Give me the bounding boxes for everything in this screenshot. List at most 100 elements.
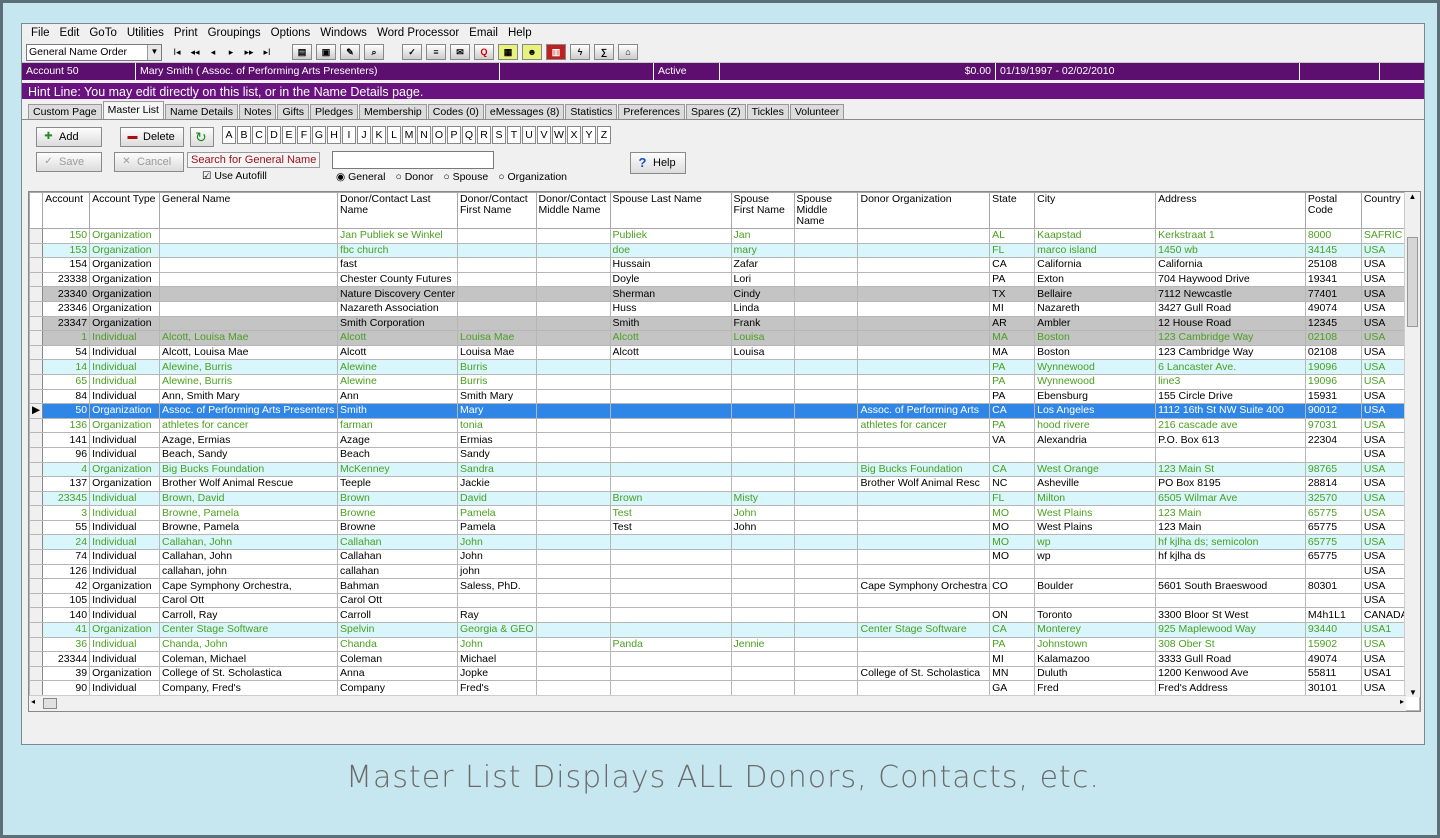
vertical-scroll-thumb[interactable] [1407,237,1418,327]
cell-state[interactable]: MA [989,330,1036,346]
cell-city[interactable]: Ebensburg [1034,388,1157,405]
cell-spouse-middle-name[interactable] [793,519,859,536]
cell-donor-contact-last-name[interactable]: Browne [337,505,459,521]
cell-spouse-first-name[interactable] [730,680,795,696]
cell-donor-contact-first-name[interactable]: Saless, PhD. [457,578,537,594]
cell-postal-code[interactable]: 65775 [1304,549,1362,565]
cell-spouse-middle-name[interactable] [793,490,859,507]
cell-donor-contact-first-name[interactable] [457,315,537,332]
cell-state[interactable]: MI [989,300,1036,317]
cell-spouse-last-name[interactable]: Brown [609,490,732,507]
letter-button-u[interactable]: U [522,126,536,144]
scroll-right-icon[interactable]: ▸ [1400,697,1404,706]
cell-spouse-last-name[interactable] [609,534,732,551]
cell-city[interactable]: Bellaire [1034,286,1157,302]
cell-donor-contact-last-name[interactable]: Chester County Futures [337,271,459,288]
menu-item-utilities[interactable]: Utilities [122,27,169,39]
cell-city[interactable]: West Plains [1034,519,1157,536]
cell-spouse-last-name[interactable] [609,592,732,609]
envelope-icon[interactable]: ✉ [450,44,470,60]
cell-account-type[interactable]: Organization [89,622,161,638]
cell-account[interactable]: 23338 [42,271,91,288]
menu-item-word-processor[interactable]: Word Processor [372,27,464,39]
cell-donor-contact-last-name[interactable]: Spelvin [337,622,459,638]
cell-account[interactable]: 42 [42,578,91,594]
cell-donor-organization[interactable]: Center Stage Software [857,622,991,638]
cell-postal-code[interactable]: 15931 [1304,388,1362,405]
tab-spares-z-[interactable]: Spares (Z) [685,104,746,119]
cell-state[interactable] [989,563,1036,580]
prev-page-button[interactable]: ◂◂ [186,47,204,58]
row-selector[interactable] [29,549,44,565]
cell-account-type[interactable]: Organization [89,417,161,434]
cell-donor-organization[interactable] [857,563,991,580]
cell-account-type[interactable]: Individual [89,563,161,580]
cell-city[interactable]: California [1034,257,1157,273]
cell-donor-contact-last-name[interactable]: Smith Corporation [337,315,459,332]
cell-postal-code[interactable]: 25108 [1304,257,1362,273]
cell-city[interactable]: West Plains [1034,505,1157,521]
tab-emessages-8-[interactable]: eMessages (8) [484,104,565,119]
cell-spouse-middle-name[interactable] [793,432,859,448]
cell-account[interactable]: 4 [42,461,91,478]
cell-spouse-last-name[interactable] [609,563,732,580]
cell-donor-organization[interactable]: Big Bucks Foundation [857,461,991,478]
cell-donor-organization[interactable] [857,228,991,244]
cell-donor-contact-first-name[interactable]: Mary [457,403,537,419]
tab-volunteer[interactable]: Volunteer [789,104,845,119]
cell-postal-code[interactable]: 49074 [1304,651,1362,667]
letter-button-t[interactable]: T [507,126,521,144]
table-row[interactable]: 137 Organization Brother Wolf Animal Rescu… [29,476,1420,492]
cell-donor-contact-first-name[interactable]: Jopke [457,665,537,682]
tab-gifts[interactable]: Gifts [277,104,310,119]
cell-spouse-first-name[interactable]: John [730,505,795,521]
table-row[interactable]: 23344 Individual Coleman, Michael Coleman Mi… [29,651,1420,667]
cell-donor-contact-middle-name[interactable] [535,300,611,317]
add-button[interactable]: ✚ Add [36,127,102,147]
cell-spouse-first-name[interactable]: Louisa [730,344,795,361]
cell-donor-contact-middle-name[interactable] [535,403,611,419]
cell-donor-contact-last-name[interactable]: Alewine [337,359,459,375]
cell-spouse-last-name[interactable] [609,578,732,594]
tab-notes[interactable]: Notes [239,104,277,119]
cell-address[interactable] [1155,592,1306,609]
cell-postal-code[interactable]: 15902 [1304,636,1362,653]
cell-donor-contact-middle-name[interactable] [535,651,611,667]
cell-state[interactable]: MI [989,651,1036,667]
cell-state[interactable]: CO [989,578,1036,594]
cell-address[interactable]: 123 Main [1155,519,1306,536]
letter-button-g[interactable]: G [312,126,326,144]
cell-general-name[interactable]: callahan, john [159,563,339,580]
cell-spouse-last-name[interactable] [609,417,732,434]
name-order-select[interactable]: General Name Order ▼ [26,43,162,61]
cell-donor-organization[interactable] [857,300,991,317]
cell-general-name[interactable]: Alcott, Louisa Mae [159,344,339,361]
cell-spouse-last-name[interactable] [609,476,732,492]
cell-spouse-first-name[interactable]: John [730,519,795,536]
cell-address[interactable]: 3427 Gull Road [1155,300,1306,317]
cell-donor-organization[interactable]: Assoc. of Performing Arts [857,403,991,419]
cell-postal-code[interactable]: 32570 [1304,490,1362,507]
cell-donor-contact-middle-name[interactable] [535,519,611,536]
letter-button-n[interactable]: N [417,126,431,144]
cell-spouse-last-name[interactable] [609,388,732,405]
cell-account-type[interactable]: Individual [89,446,161,463]
autofill-checkbox[interactable]: ☑ Use Autofill [202,170,267,182]
tab-name-details[interactable]: Name Details [164,104,239,119]
cell-donor-contact-first-name[interactable]: Jackie [457,476,537,492]
cell-general-name[interactable]: Alewine, Burris [159,359,339,375]
cell-city[interactable]: wp [1034,549,1157,565]
cell-account-type[interactable]: Individual [89,519,161,536]
cell-spouse-first-name[interactable] [730,592,795,609]
cell-donor-contact-first-name[interactable]: Louisa Mae [457,330,537,346]
cell-spouse-middle-name[interactable] [793,578,859,594]
letter-button-q[interactable]: Q [462,126,476,144]
cell-account[interactable]: 140 [42,607,91,624]
cell-donor-contact-last-name[interactable]: Chanda [337,636,459,653]
table-row[interactable]: 39 Organization College of St. Scholastica… [29,665,1420,682]
cell-spouse-last-name[interactable] [609,461,732,478]
cell-state[interactable]: FL [989,242,1036,259]
cell-donor-contact-middle-name[interactable] [535,549,611,565]
cell-account[interactable]: 54 [42,344,91,361]
cell-donor-contact-last-name[interactable]: Smith [337,403,459,419]
